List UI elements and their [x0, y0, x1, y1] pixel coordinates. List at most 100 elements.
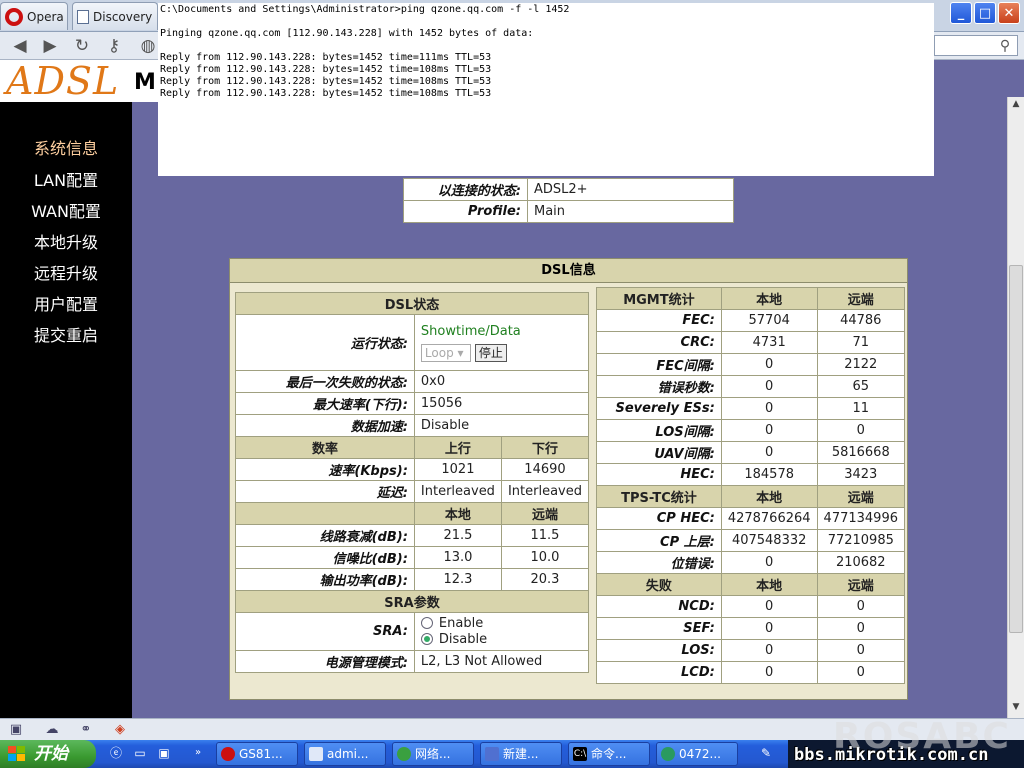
tpstc-header-1: 本地 — [720, 485, 818, 508]
mgmt-local-cell: 0 — [720, 397, 818, 420]
tab-label: Discovery — [93, 9, 153, 24]
failures-label-cell: LCD: — [596, 661, 722, 684]
snr-local: 13.0 — [413, 546, 502, 569]
scroll-thumb[interactable] — [1009, 265, 1023, 633]
taskbar-item[interactable]: 网络... — [392, 742, 474, 766]
router-left-menu: ADSL 系统信息 LAN配置 WAN配置 本地升级 远程升级 用户配置 提交重… — [0, 60, 132, 718]
table-row: SEF: 0 0 — [596, 617, 906, 640]
max-rate-value: 15056 — [413, 392, 590, 415]
taskbar-item[interactable]: 0472... — [656, 742, 738, 766]
mgmt-local-cell: 184578 — [720, 463, 818, 486]
mgmt-local-cell: 4731 — [720, 331, 818, 354]
sra-enable-option[interactable]: Enable — [420, 616, 582, 632]
panel-toggle-icon[interactable]: ▣ — [8, 722, 24, 738]
minimize-button[interactable]: _ — [950, 2, 972, 24]
menu-item-remote-upgrade[interactable]: 远程升级 — [0, 260, 132, 284]
rate-kbps-label: 速率(Kbps): — [235, 458, 415, 481]
tab-discovery[interactable]: Discovery — [72, 2, 158, 30]
table-row: LOS: 0 0 — [596, 639, 906, 662]
stop-button[interactable]: 停止 — [474, 344, 507, 362]
menu-item-local-upgrade[interactable]: 本地升级 — [0, 229, 132, 253]
tpstc-header-0: TPS-TC统计 — [596, 485, 722, 508]
windows-logo-icon — [8, 746, 26, 762]
local-header: 本地 — [413, 502, 502, 525]
tpstc-local-cell: 0 — [720, 551, 818, 574]
window-icon — [309, 747, 323, 761]
menu-item-lan[interactable]: LAN配置 — [0, 167, 132, 191]
language-bar-icon[interactable]: ✎ — [758, 745, 774, 761]
sra-label: SRA: — [235, 612, 415, 651]
taskbar-item-label: admi... — [327, 747, 369, 761]
dsl-info-title: DSL信息 — [230, 259, 907, 283]
scroll-up-icon[interactable]: ▲ — [1008, 99, 1024, 113]
taskbar-item[interactable]: C:\ 命令... — [568, 742, 650, 766]
taskbar-item[interactable]: GS81... — [216, 742, 298, 766]
remote-header: 远端 — [500, 502, 590, 525]
quicklaunch-ie-icon[interactable]: ⓔ — [108, 745, 124, 761]
taskbar-item-label: 0472... — [679, 747, 721, 761]
sra-disable-radio[interactable] — [420, 633, 433, 645]
scroll-down-icon[interactable]: ▼ — [1008, 702, 1024, 716]
taskbar-item[interactable]: 新建... — [480, 742, 562, 766]
power-mode-value: L2, L3 Not Allowed — [413, 650, 590, 673]
cloud-icon[interactable]: ☁ — [44, 722, 60, 738]
sra-enable-radio[interactable] — [420, 617, 433, 629]
rate-header: 数率 — [235, 436, 415, 459]
menu-item-user-config[interactable]: 用户配置 — [0, 291, 132, 315]
connection-state-label: 以连接的状态: — [403, 178, 528, 201]
document-icon — [485, 747, 499, 761]
taskbar-item-label: 网络... — [415, 747, 451, 761]
share-icon[interactable]: ⚭ — [78, 722, 94, 738]
failures-local-cell: 0 — [720, 639, 818, 662]
mgmt-remote-cell: 71 — [816, 331, 906, 354]
quicklaunch-desktop-icon[interactable]: ▭ — [132, 745, 148, 761]
mgmt-label-cell: HEC: — [596, 463, 722, 486]
mgmt-header-2: 远端 — [816, 287, 906, 310]
sra-disable-option[interactable]: Disable — [420, 632, 582, 648]
menu-item-wan[interactable]: WAN配置 — [0, 198, 132, 222]
data-accel-label: 数据加速: — [235, 414, 415, 437]
failures-remote-cell: 0 — [816, 617, 906, 640]
failures-label-cell: LOS: — [596, 639, 722, 662]
unite-icon[interactable]: ◈ — [112, 722, 128, 738]
dsl-info-panel: DSL信息 DSL状态 运行状态: Showtime/Data Loop ▾ 停止… — [229, 258, 908, 700]
run-state-value: Showtime/Data — [420, 323, 521, 339]
mgmt-remote-cell: 0 — [816, 419, 906, 442]
quicklaunch-window-icon[interactable]: ▣ — [156, 745, 172, 761]
mgmt-header-row: MGMT统计 本地 远端 — [596, 287, 906, 310]
console-line: C:\Documents and Settings\Administrator>… — [160, 4, 570, 15]
mgmt-label-cell: FEC间隔: — [596, 353, 722, 376]
forward-arrow-icon[interactable]: ▶ — [40, 36, 60, 56]
tab-opera[interactable]: Opera — [0, 2, 68, 30]
data-accel-value: Disable — [413, 414, 590, 437]
last-fail-value: 0x0 — [413, 370, 590, 393]
failures-header-row: 失败 本地 远端 — [596, 573, 906, 596]
blank-header — [235, 502, 415, 525]
failures-label-cell: NCD: — [596, 595, 722, 618]
latency-up-value: Interleaved — [413, 480, 502, 503]
back-arrow-icon[interactable]: ◀ — [10, 36, 30, 56]
search-icon[interactable]: ⚲ — [995, 36, 1015, 56]
connection-state-value: ADSL2+ — [527, 178, 734, 201]
menu-item-system-info[interactable]: 系统信息 — [0, 135, 132, 159]
loop-select[interactable]: Loop ▾ — [420, 344, 471, 362]
menu-item-submit-reboot[interactable]: 提交重启 — [0, 322, 132, 346]
table-row: 延迟: Interleaved Interleaved — [235, 480, 590, 503]
start-label: 开始 — [34, 744, 68, 764]
dsl-status-title: DSL状态 — [235, 292, 589, 315]
mgmt-local-cell: 0 — [720, 441, 818, 464]
opera-logo-icon — [5, 7, 23, 26]
reload-icon[interactable]: ↻ — [72, 36, 92, 56]
start-button[interactable]: 开始 — [0, 740, 96, 768]
page-scrollbar[interactable]: ▲ ▼ — [1007, 97, 1024, 718]
search-input[interactable]: ⚲ — [934, 35, 1018, 56]
close-button[interactable]: ✕ — [998, 2, 1020, 24]
quicklaunch-expand-icon[interactable]: » — [190, 745, 206, 761]
maximize-button[interactable]: □ — [974, 2, 996, 24]
table-row: UAV间隔: 0 5816668 — [596, 441, 906, 464]
table-row: 以连接的状态: ADSL2+ — [403, 178, 734, 201]
globe-icon[interactable]: ◍ — [138, 36, 158, 56]
table-row: 数据加速: Disable — [235, 414, 590, 437]
taskbar-item[interactable]: admi... — [304, 742, 386, 766]
key-icon[interactable]: ⚷ — [104, 36, 124, 56]
